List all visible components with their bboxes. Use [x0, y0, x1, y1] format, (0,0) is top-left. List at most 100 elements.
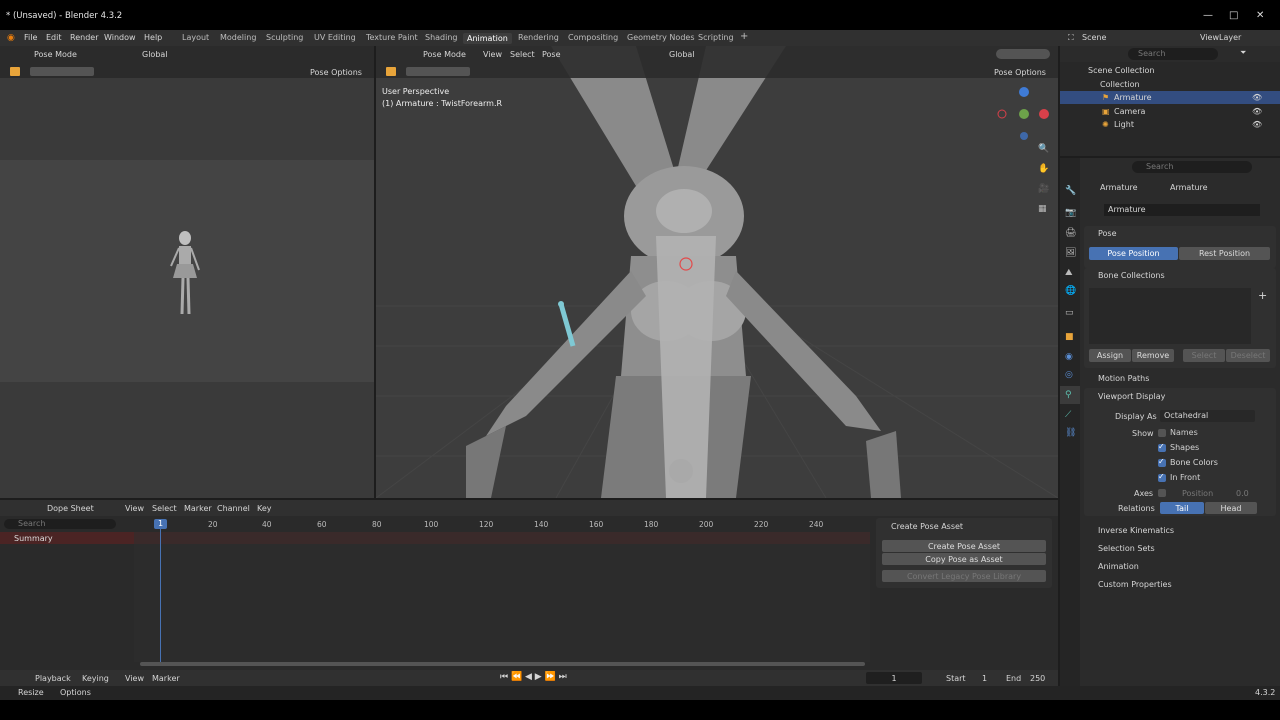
main-select-mode-buttons[interactable] [406, 67, 470, 76]
visibility-eye-icon[interactable]: 👁 [1252, 93, 1262, 102]
create-pose-asset-header[interactable]: Create Pose Asset [891, 522, 963, 531]
main-viewport[interactable]: Pose Mode View Select Pose Global Pose O… [376, 46, 1058, 498]
keyframe-area[interactable] [134, 544, 870, 662]
tab-sculpting[interactable]: Sculpting [266, 33, 303, 42]
pan-hand-icon[interactable]: ✋ [1038, 164, 1049, 174]
names-checkbox[interactable]: Names [1158, 428, 1198, 437]
tool-tab-icon[interactable]: 🔧 [1065, 186, 1076, 196]
assign-button[interactable]: Assign [1089, 349, 1131, 362]
create-pose-asset-button[interactable]: Create Pose Asset [882, 540, 1046, 552]
timeline-marker-menu[interactable]: Marker [152, 674, 180, 683]
collection-tab-icon[interactable]: ▭ [1065, 308, 1074, 318]
outliner-collection[interactable]: Collection [1100, 80, 1140, 89]
playback-controls[interactable]: ⏮ ⏪ ◀ ▶ ⏩ ⏭ [500, 672, 567, 682]
scene-selector[interactable]: Scene [1082, 33, 1106, 42]
dope-sheet-search-input[interactable]: Search [4, 519, 116, 529]
ds-menu-marker[interactable]: Marker [184, 504, 212, 513]
ds-menu-channel[interactable]: Channel [217, 504, 250, 513]
menu-help[interactable]: Help [144, 33, 162, 42]
outliner-camera[interactable]: Camera [1114, 107, 1145, 116]
start-value[interactable]: 1 [982, 674, 987, 683]
left-select-mode-buttons[interactable] [30, 67, 94, 76]
navigation-gizmo[interactable] [996, 84, 1056, 144]
outliner-light[interactable]: Light [1114, 120, 1134, 129]
menu-edit[interactable]: Edit [46, 33, 62, 42]
add-collection-icon[interactable]: + [1258, 289, 1267, 302]
add-workspace-icon[interactable]: + [740, 31, 748, 42]
pose-panel-header[interactable]: Pose [1098, 229, 1117, 238]
playback-menu[interactable]: Playback [35, 674, 71, 683]
outliner-armature[interactable]: Armature [1114, 93, 1152, 102]
bone-constraint-tab-icon[interactable]: ⛓ [1065, 428, 1076, 438]
dope-sheet-mode[interactable]: Dope Sheet [47, 504, 94, 513]
minimize-icon[interactable]: — [1203, 10, 1213, 21]
menu-view[interactable]: View [483, 50, 502, 59]
custom-properties-header[interactable]: Custom Properties [1098, 580, 1172, 589]
viewport-display-header[interactable]: Viewport Display [1098, 392, 1165, 401]
left-tool-icon[interactable] [10, 67, 20, 76]
output-tab-icon[interactable]: 🖨 [1065, 228, 1076, 238]
shapes-checkbox[interactable]: Shapes [1158, 442, 1199, 452]
in-front-checkbox[interactable]: In Front [1158, 472, 1200, 482]
ds-menu-view[interactable]: View [125, 504, 144, 513]
filter-icon[interactable]: ⏷ [1240, 48, 1246, 58]
blender-logo-icon[interactable]: ◉ [7, 33, 15, 43]
pose-position-button[interactable]: Pose Position [1089, 247, 1178, 260]
render-tab-icon[interactable]: 📷 [1065, 208, 1076, 218]
bone-collections-header[interactable]: Bone Collections [1098, 271, 1165, 280]
ds-menu-select[interactable]: Select [152, 504, 177, 513]
outliner-search-input[interactable]: Search [1128, 48, 1218, 60]
animation-header[interactable]: Animation [1098, 562, 1139, 571]
motion-paths-header[interactable]: Motion Paths [1098, 374, 1149, 383]
horizontal-scrollbar[interactable] [140, 662, 865, 666]
keying-menu[interactable]: Keying [82, 674, 109, 683]
left-mode-selector[interactable]: Pose Mode [34, 50, 77, 59]
properties-search-input[interactable]: Search [1132, 161, 1252, 173]
left-pose-options[interactable]: Pose Options [310, 68, 362, 77]
object-tab-icon[interactable]: ■ [1065, 332, 1074, 342]
bone-tab-icon[interactable]: ⟋ [1065, 410, 1071, 420]
inverse-kinematics-header[interactable]: Inverse Kinematics [1098, 526, 1174, 535]
selection-sets-header[interactable]: Selection Sets [1098, 544, 1155, 553]
remove-button[interactable]: Remove [1132, 349, 1174, 362]
convert-legacy-button[interactable]: Convert Legacy Pose Library [882, 570, 1046, 582]
head-button[interactable]: Head [1205, 502, 1257, 514]
tab-modeling[interactable]: Modeling [220, 33, 256, 42]
main-mode-selector[interactable]: Pose Mode [423, 50, 466, 59]
maximize-icon[interactable]: □ [1229, 10, 1238, 21]
camera-view-icon[interactable]: 🎥 [1038, 184, 1049, 194]
view-layer-tab-icon[interactable]: 🖼 [1065, 248, 1076, 258]
frame-field[interactable]: 1 [866, 672, 922, 684]
position-value[interactable]: 0.0 [1236, 489, 1249, 498]
world-tab-icon[interactable]: 🌐 [1065, 286, 1076, 296]
armature-name-field[interactable]: Armature [1104, 204, 1260, 216]
deselect-button[interactable]: Deselect [1226, 349, 1270, 362]
close-icon[interactable]: ✕ [1256, 10, 1264, 21]
menu-select[interactable]: Select [510, 50, 535, 59]
left-orientation-selector[interactable]: Global [142, 50, 168, 59]
modifier-tab-icon[interactable]: ◉ [1065, 352, 1073, 362]
main-tool-icon[interactable] [386, 67, 396, 76]
bone-colors-checkbox[interactable]: Bone Colors [1158, 457, 1218, 467]
tab-layout[interactable]: Layout [182, 33, 209, 42]
display-as-dropdown[interactable]: Octahedral [1160, 410, 1255, 422]
current-frame-indicator[interactable]: 1 [154, 519, 167, 529]
end-value[interactable]: 250 [1030, 674, 1045, 683]
visibility-eye-icon[interactable]: 👁 [1252, 120, 1262, 129]
left-viewport[interactable]: Pose Mode Global Pose Options [0, 46, 374, 498]
tab-texture-paint[interactable]: Texture Paint [366, 33, 418, 42]
tab-rendering[interactable]: Rendering [518, 33, 559, 42]
menu-render[interactable]: Render [70, 33, 98, 42]
ds-menu-key[interactable]: Key [257, 504, 272, 513]
scene-tab-icon[interactable]: ⛰ [1065, 268, 1073, 278]
tab-scripting[interactable]: Scripting [698, 33, 734, 42]
tab-compositing[interactable]: Compositing [568, 33, 618, 42]
tab-geometry-nodes[interactable]: Geometry Nodes [627, 33, 694, 42]
playhead-line[interactable] [160, 526, 161, 666]
physics-tab-icon[interactable]: ◎ [1065, 370, 1073, 380]
main-orientation-selector[interactable]: Global [669, 50, 695, 59]
timeline-view-menu[interactable]: View [125, 674, 144, 683]
menu-pose[interactable]: Pose [542, 50, 561, 59]
rest-position-button[interactable]: Rest Position [1179, 247, 1270, 260]
outliner-scene-collection[interactable]: Scene Collection [1088, 66, 1155, 75]
